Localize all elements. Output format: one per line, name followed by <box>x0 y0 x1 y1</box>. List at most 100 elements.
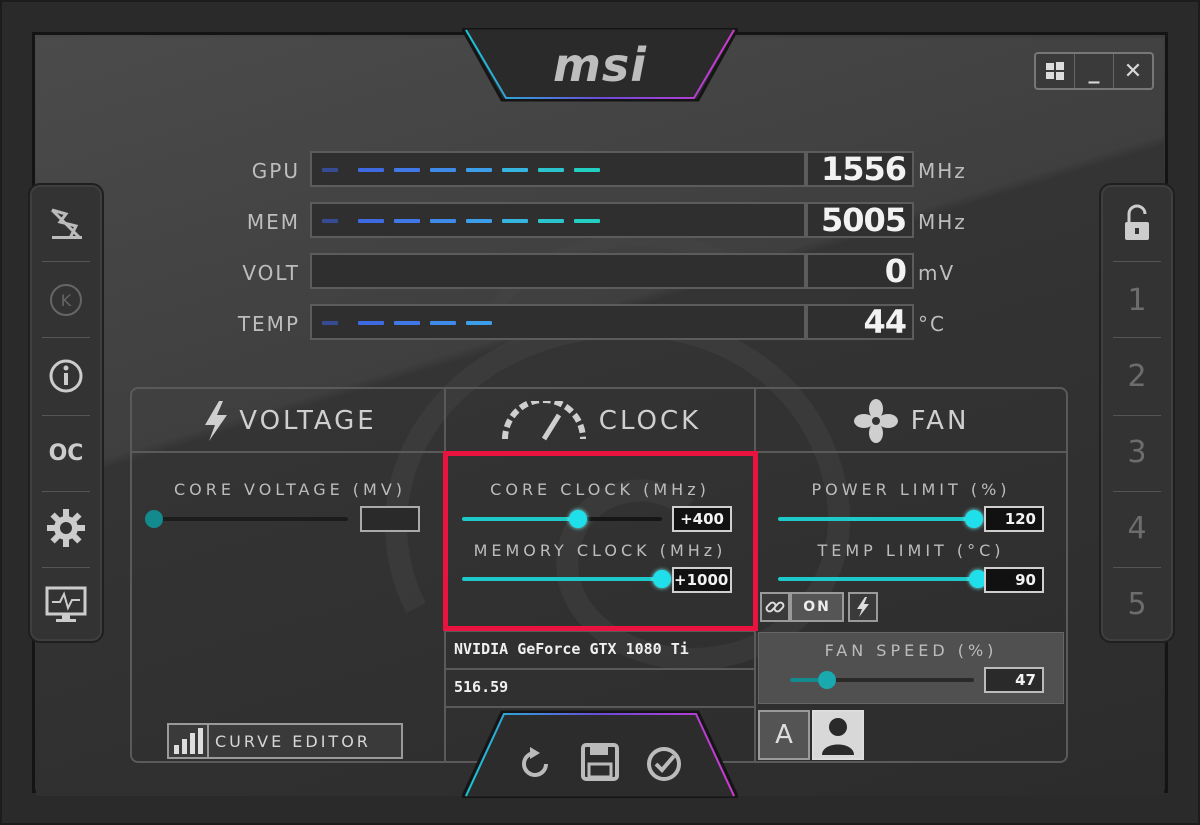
oc-scanner-icon[interactable]: OC <box>38 417 94 487</box>
save-icon[interactable] <box>580 742 620 782</box>
volt-value: 0 <box>806 253 914 289</box>
voltage-title: VOLTAGE <box>239 406 377 436</box>
fan-speed-knob[interactable] <box>817 671 836 689</box>
header-divider <box>132 451 444 453</box>
minimize-button[interactable]: _ <box>1075 54 1114 88</box>
usage-bar-segment <box>466 321 492 325</box>
usage-bar-segment <box>394 168 420 172</box>
temp-limit-label: TEMP LIMIT (°C) <box>817 541 1005 560</box>
window-controls: _ ✕ <box>1034 52 1154 90</box>
driver-version: 516.59 <box>454 678 509 696</box>
fan-auto-button[interactable]: A <box>758 710 810 760</box>
close-button[interactable]: ✕ <box>1114 54 1152 88</box>
temp-label: TEMP <box>237 312 300 336</box>
usage-bar-segment <box>358 168 384 172</box>
temp-lightning-button[interactable] <box>848 592 878 622</box>
windows-icon[interactable] <box>1036 54 1075 88</box>
fan-title: FAN <box>910 406 970 436</box>
usage-bar-segment <box>358 321 384 325</box>
profiles-sidebar: 1 2 3 4 5 <box>1099 183 1175 643</box>
link-icon <box>765 601 785 613</box>
fan-speed-label: FAN SPEED (%) <box>824 641 998 660</box>
k-circle-icon[interactable]: K <box>38 265 94 335</box>
mem-label: MEM <box>246 210 300 234</box>
usage-bar-segment <box>466 219 492 223</box>
mem-usage-bar <box>310 202 806 238</box>
usage-bar-segment <box>502 168 528 172</box>
usage-bar-segment <box>358 219 384 223</box>
profile-2-button[interactable]: 2 <box>1109 341 1165 411</box>
profile-4-button[interactable]: 4 <box>1109 493 1165 563</box>
temp-unit: °C <box>918 312 946 336</box>
usage-bar-segment <box>574 219 600 223</box>
power-limit-fill <box>778 517 974 521</box>
usage-bar-segment <box>430 321 456 325</box>
lightning-icon <box>857 597 869 617</box>
clock-header: CLOCK <box>446 398 754 444</box>
core-voltage-label: CORE VOLTAGE (MV) <box>173 480 407 499</box>
volt-label: VOLT <box>242 261 300 285</box>
usage-bar-segment <box>394 321 420 325</box>
usage-bar-segment <box>538 168 564 172</box>
power-limit-slider[interactable] <box>778 510 983 528</box>
svg-text:OC: OC <box>49 441 84 466</box>
fan-speed-value[interactable]: 47 <box>984 667 1044 693</box>
gpu-usage-bar <box>310 151 806 187</box>
reset-icon[interactable] <box>516 744 556 784</box>
link-button[interactable] <box>760 592 790 622</box>
header-divider <box>756 451 1066 453</box>
clock-title: CLOCK <box>598 406 702 436</box>
voltage-header: VOLTAGE <box>132 398 444 444</box>
gauge-icon <box>501 401 586 441</box>
profile-1-button[interactable]: 1 <box>1109 265 1165 335</box>
core-voltage-knob[interactable] <box>144 510 163 528</box>
temp-usage-bar <box>310 304 806 340</box>
fan-speed-slider[interactable] <box>790 671 974 689</box>
core-voltage-value[interactable] <box>360 506 420 532</box>
usage-bar-segment <box>322 168 338 172</box>
lightning-fan-icon[interactable] <box>38 189 94 259</box>
usage-bar-segment <box>430 219 456 223</box>
mem-unit: MHz <box>918 210 967 234</box>
power-limit-value[interactable]: 120 <box>984 506 1044 532</box>
power-limit-label: POWER LIMIT (%) <box>811 480 1011 499</box>
temp-limit-slider[interactable] <box>778 570 987 588</box>
core-voltage-slider[interactable] <box>144 510 348 528</box>
lightning-icon <box>205 401 228 441</box>
curve-editor-label: CURVE EDITOR <box>215 731 371 751</box>
usage-bar-segment <box>466 168 492 172</box>
msi-afterburner-window: msi _ ✕ K OC 1 2 3 4 5 GPU 1556 MHz MEM … <box>0 0 1200 825</box>
user-icon <box>822 718 854 755</box>
apply-icon[interactable] <box>644 744 684 784</box>
temp-limit-fill <box>778 577 978 581</box>
usage-bar-segment <box>322 321 338 325</box>
gpu-label: GPU <box>251 159 300 183</box>
profile-5-button[interactable]: 5 <box>1109 569 1165 639</box>
usage-bar-segment <box>394 219 420 223</box>
gear-icon[interactable] <box>38 493 94 563</box>
curve-editor-button[interactable]: CURVE EDITOR <box>167 723 403 759</box>
msi-logo: msi <box>552 38 648 92</box>
fan-user-button[interactable] <box>812 710 864 760</box>
usage-bar-segment <box>574 168 600 172</box>
fan-icon <box>853 399 898 443</box>
profile-3-button[interactable]: 3 <box>1109 417 1165 487</box>
temp-limit-value[interactable]: 90 <box>984 567 1044 593</box>
usage-bar-segment <box>430 168 456 172</box>
unlock-icon[interactable] <box>1109 189 1165 259</box>
link-on-toggle[interactable]: ON <box>790 592 844 622</box>
usage-bar-segment <box>502 219 528 223</box>
gpu-name: NVIDIA GeForce GTX 1080 Ti <box>454 640 689 658</box>
volt-unit: mV <box>918 261 956 285</box>
temp-value: 44 <box>806 304 914 340</box>
usage-bar-segment <box>538 219 564 223</box>
left-sidebar: K OC <box>28 183 104 643</box>
svg-text:K: K <box>61 291 72 310</box>
gpu-unit: MHz <box>918 159 967 183</box>
gpu-clock-value: 1556 <box>806 151 914 187</box>
power-limit-knob[interactable] <box>965 510 983 528</box>
volt-usage-bar <box>310 253 806 289</box>
info-icon[interactable] <box>38 341 94 411</box>
fan-header: FAN <box>756 398 1066 444</box>
monitor-pulse-icon[interactable] <box>38 569 94 639</box>
